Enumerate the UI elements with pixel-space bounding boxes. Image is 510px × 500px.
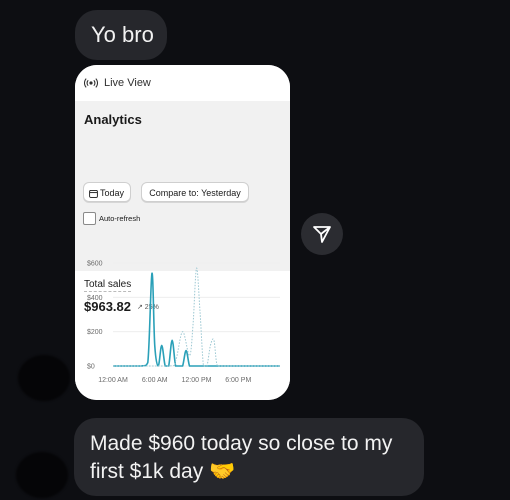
message-text: Yo bro — [91, 22, 154, 47]
x-tick-label: 12:00 AM — [98, 377, 128, 384]
message-text: Made $960 today so close to my first $1k… — [90, 432, 393, 483]
message-bubble-yo-bro[interactable]: Yo bro — [75, 10, 167, 60]
y-tick-label: $600 — [87, 261, 103, 268]
sales-line-chart: $600 $400 $200 $012:00 AM 6:00 AM 12:00 PM 6:0… — [87, 261, 280, 384]
x-tick-label: 12:00 PM — [182, 377, 212, 384]
paper-plane-icon — [313, 226, 331, 243]
x-tick-label: 6:00 AM — [142, 377, 168, 384]
sales-series-line — [112, 272, 280, 367]
avatar[interactable] — [16, 452, 68, 498]
share-button[interactable] — [301, 213, 343, 255]
comparison-series-line — [112, 267, 280, 367]
y-tick-label: $0 — [87, 364, 95, 371]
y-tick-label: $400 — [87, 295, 103, 302]
message-bubble-sales[interactable]: Made $960 today so close to my first $1k… — [74, 418, 424, 496]
x-tick-label: 6:00 PM — [225, 377, 251, 384]
shared-screenshot-card[interactable]: Live View Analytics Today Compare to: Ye… — [75, 65, 290, 400]
y-tick-label: $200 — [87, 329, 103, 336]
avatar[interactable] — [18, 355, 70, 401]
